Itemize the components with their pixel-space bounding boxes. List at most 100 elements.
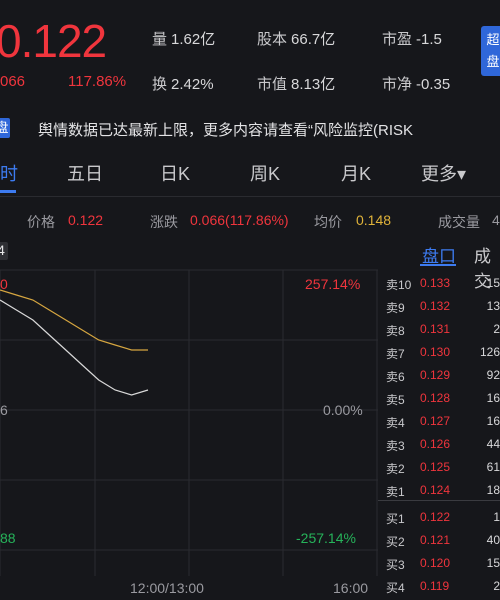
badge-label: 超 盘 [486, 32, 500, 69]
info-price-value: 0.122 [68, 212, 104, 228]
quote-header: 0.122 066 117.86% 量 1.62亿 股本 66.7亿 市盈 -1.5 … [0, 0, 500, 110]
notice-text: 舆情数据已达最新上限，更多内容请查看“风险监控(RISK [38, 122, 414, 139]
level-price: 0.130 [420, 345, 451, 359]
ask-row[interactable]: 卖1 0.124 18 [378, 479, 500, 501]
level-label: 买4 [386, 581, 405, 595]
info-change-value: 0.066(117.86%) [190, 212, 289, 228]
order-book-tabs: 盘口 成交 [378, 238, 500, 291]
level-volume: 44 [486, 437, 500, 451]
info-volume-value: 4 [492, 212, 500, 228]
ask-row[interactable]: 卖7 0.130 126 [378, 341, 500, 363]
intraday-chart-svg [0, 269, 378, 576]
ask-row[interactable]: 卖4 0.127 16 [378, 410, 500, 432]
info-price-label: 价格 [27, 214, 55, 230]
level-label: 卖2 [386, 462, 405, 476]
info-avg-value: 0.148 [356, 212, 392, 228]
stat-pe: 市盈 -1.5 [382, 31, 442, 48]
info-change-label: 涨跌 [150, 214, 178, 230]
price-change-pct: 117.86% [68, 73, 127, 90]
y-right-bottom-label: -257.14% [296, 530, 356, 546]
x-end-label: 16:00 [333, 580, 369, 596]
level-label: 卖8 [386, 324, 405, 338]
info-volume-label: 成交量 [438, 214, 480, 230]
level-volume: 13 [486, 299, 500, 313]
bid-row[interactable]: 买4 0.119 2 [378, 575, 500, 597]
stat-pb: 市净 -0.35 [382, 76, 451, 93]
ask-row[interactable]: 卖6 0.129 92 [378, 364, 500, 386]
ask-row[interactable]: 卖3 0.126 44 [378, 433, 500, 455]
level-price: 0.119 [420, 579, 450, 593]
level-price: 0.129 [420, 368, 451, 382]
extended-session-badge[interactable]: 超 盘 [481, 26, 500, 76]
y-left-top-label: 0 [0, 276, 8, 292]
level-price: 0.124 [420, 483, 451, 497]
stat-market-cap: 市值 8.13亿 [257, 76, 336, 93]
level-price: 0.133 [420, 276, 451, 290]
level-label: 买1 [386, 512, 405, 526]
level-label: 卖3 [386, 439, 405, 453]
info-avg-label: 均价 [314, 214, 342, 230]
current-price: 0.122 [0, 15, 107, 67]
level-price: 0.122 [420, 510, 451, 524]
bid-row[interactable]: 买2 0.121 40 [378, 529, 500, 551]
ask-row[interactable]: 卖8 0.131 2 [378, 318, 500, 340]
intraday-chart[interactable]: 0 257.14% 6 0.00% 88 -257.14% 12:00/13:0… [0, 240, 378, 600]
level-price: 0.127 [420, 414, 451, 428]
ask-row[interactable]: 卖5 0.128 16 [378, 387, 500, 409]
stat-share-capital: 股本 66.7亿 [257, 31, 336, 48]
average-price-line [0, 289, 148, 351]
level-volume: 92 [486, 368, 500, 382]
tab-weekly-k[interactable]: 周K [250, 160, 280, 186]
level-label: 卖6 [386, 370, 405, 384]
level-price: 0.128 [420, 391, 451, 405]
tab-five-day[interactable]: 五日 [67, 160, 103, 186]
level-label: 卖4 [386, 416, 405, 430]
level-label: 卖7 [386, 347, 405, 361]
y-left-bottom-label: 88 [0, 530, 16, 546]
active-tab-indicator [0, 190, 16, 193]
stat-turnover: 换 2.42% [152, 76, 214, 93]
level-label: 卖10 [386, 278, 412, 292]
chart-period-tabs: 时 五日 日K 周K 月K 更多▾ [0, 146, 500, 197]
level-volume: 15 [486, 276, 500, 290]
ob-active-indicator [420, 264, 456, 266]
notice-tag: 盘 [0, 118, 10, 138]
level-volume: 16 [486, 414, 500, 428]
level-volume: 40 [486, 533, 500, 547]
level-price: 0.126 [420, 437, 451, 451]
ask-row[interactable]: 卖10 0.133 15 [378, 272, 500, 294]
tab-monthly-k[interactable]: 月K [341, 160, 371, 186]
level-volume: 16 [486, 391, 500, 405]
tab-more[interactable]: 更多▾ [421, 160, 466, 186]
level-volume: 18 [486, 483, 500, 497]
y-right-mid-label: 0.00% [323, 402, 363, 418]
stat-volume: 量 1.62亿 [152, 31, 216, 48]
crosshair-info-row: 价格 0.122 涨跌 0.066(117.86%) 均价 0.148 成交量 … [0, 206, 500, 234]
tab-intraday[interactable]: 时 [0, 160, 18, 186]
price-line [0, 299, 149, 396]
order-book: 盘口 成交 卖10 0.133 15 卖9 0.132 13 卖8 0.131 2 卖7 0.130… [378, 238, 500, 600]
chart-left-tag: 4 [0, 242, 8, 260]
level-volume: 1 [493, 510, 500, 524]
level-price: 0.125 [420, 460, 451, 474]
level-volume: 61 [486, 460, 500, 474]
level-price: 0.121 [420, 533, 451, 547]
level-label: 卖5 [386, 393, 405, 407]
level-label: 买2 [386, 535, 405, 549]
price-change: 066 [0, 73, 26, 90]
level-volume: 15 [486, 556, 500, 570]
tab-daily-k[interactable]: 日K [160, 160, 190, 186]
risk-notice-bar[interactable]: 盘 舆情数据已达最新上限，更多内容请查看“风险监控(RISK [0, 114, 500, 142]
ask-row[interactable]: 卖2 0.125 61 [378, 456, 500, 478]
ask-row[interactable]: 卖9 0.132 13 [378, 295, 500, 317]
bid-row[interactable]: 买3 0.120 15 [378, 552, 500, 574]
level-label: 卖9 [386, 301, 405, 315]
bid-row[interactable]: 买1 0.122 1 [378, 506, 500, 528]
y-right-top-label: 257.14% [305, 276, 361, 292]
level-price: 0.131 [420, 322, 451, 336]
level-volume: 126 [479, 345, 500, 359]
level-price: 0.120 [420, 556, 451, 570]
level-volume: 2 [493, 579, 500, 593]
level-volume: 2 [493, 322, 500, 336]
level-label: 买3 [386, 558, 405, 572]
